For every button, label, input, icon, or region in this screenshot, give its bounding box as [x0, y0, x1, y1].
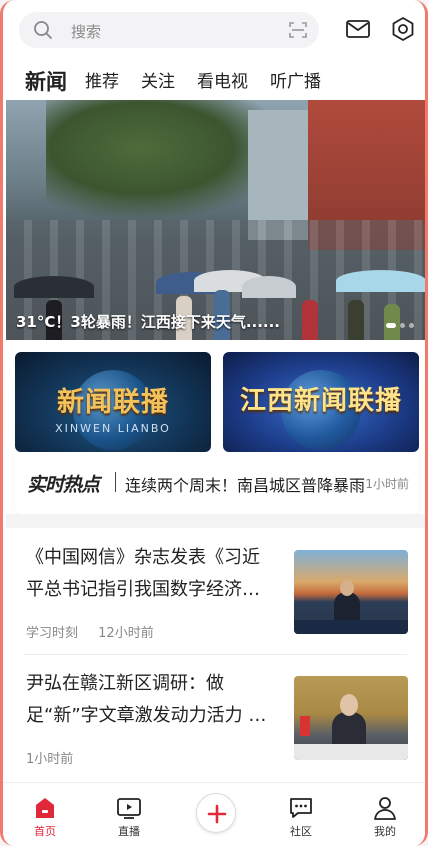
program-subtitle: XINWEN LIANBO: [55, 422, 171, 435]
speaker-figure: [334, 592, 360, 620]
nav-home[interactable]: 首页: [15, 789, 75, 841]
tab-radio[interactable]: 听广播: [270, 66, 321, 98]
divider: [115, 472, 116, 492]
news-thumbnail: [294, 676, 408, 760]
umbrella-shape: [336, 270, 425, 292]
carousel-dot: [409, 323, 414, 328]
plus-icon: [207, 804, 227, 824]
community-icon: [290, 798, 312, 818]
profile-icon: [374, 797, 396, 820]
live-tv-icon: [117, 798, 141, 819]
pedestrian-shape: [384, 304, 400, 340]
add-button[interactable]: [196, 793, 236, 833]
tab-follow[interactable]: 关注: [141, 66, 175, 98]
news-meta: 学习时刻 12小时前: [26, 622, 170, 641]
nav-profile[interactable]: 我的: [355, 789, 415, 841]
settings-icon[interactable]: [390, 16, 416, 42]
desk: [294, 744, 408, 760]
nav-live-label: 直播: [118, 825, 140, 838]
speaker-face: [340, 694, 358, 716]
divider: [23, 654, 407, 655]
tab-watch-tv[interactable]: 看电视: [197, 66, 248, 98]
nav-community[interactable]: 社区: [271, 789, 331, 841]
hot-time: 1小时前: [365, 477, 409, 491]
tab-news[interactable]: 新闻: [25, 66, 67, 104]
search-icon: [34, 21, 52, 39]
news-time: 1小时前: [26, 752, 74, 767]
hot-logo: 实时热点: [27, 474, 100, 496]
nav-community-label: 社区: [290, 825, 312, 838]
news-title: 《中国网信》杂志发表《习近平总书记指引我国数字经济高质量发展纪实》: [26, 547, 260, 600]
speaker-figure: [332, 712, 366, 748]
app-frame: 搜索 新闻 推荐 关注 看电视 听广播 31°C！3轮暴雨！江西接下来天气...…: [0, 0, 428, 846]
news-source: 学习时刻: [26, 626, 79, 641]
scan-icon[interactable]: [289, 21, 307, 39]
carousel-dots: [386, 323, 414, 328]
tab-recommend[interactable]: 推荐: [85, 66, 119, 98]
flag: [300, 716, 310, 736]
mail-icon[interactable]: [345, 16, 371, 42]
program-card-jiangxi-xinwen[interactable]: 江西新闻联播: [223, 352, 419, 452]
top-bar: 搜索: [3, 0, 425, 60]
hot-topic-bar[interactable]: 实时热点 连续两个周末！南昌城区普降暴雨 1小时前: [15, 452, 419, 514]
home-icon: [36, 798, 54, 818]
hot-headline: 连续两个周末！南昌城区普降暴雨: [125, 476, 366, 495]
carousel-dot: [400, 323, 405, 328]
program-title: 江西新闻联播: [239, 386, 402, 416]
umbrella-shape: [242, 276, 296, 298]
umbrella-shape: [14, 276, 94, 298]
channel-tabs: 新闻 推荐 关注 看电视 听广播: [25, 58, 343, 104]
carousel-dot: [386, 323, 396, 328]
hero-banner[interactable]: 31°C！3轮暴雨！江西接下来天气......: [6, 100, 425, 340]
program-card-xinwen-lianbo[interactable]: 新闻联播 XINWEN LIANBO: [15, 352, 211, 452]
search-placeholder: 搜索: [71, 23, 102, 41]
bottom-nav: 首页 直播 社区 我的: [3, 782, 425, 846]
news-item[interactable]: 尹弘在赣江新区调研：做足“新”字文章激发动力活力 加快推进高质量发展 1小时前: [6, 656, 425, 780]
podium: [294, 620, 408, 634]
speaker-face: [340, 580, 354, 596]
news-meta: 1小时前: [26, 748, 89, 767]
news-item[interactable]: 《中国网信》杂志发表《习近平总书记指引我国数字经济高质量发展纪实》 学习时刻 1…: [6, 530, 425, 654]
section-gap: [6, 514, 425, 528]
hero-caption: 31°C！3轮暴雨！江西接下来天气......: [16, 313, 281, 331]
news-time: 12小时前: [98, 626, 154, 641]
pedestrian-shape: [348, 300, 364, 340]
nav-home-label: 首页: [34, 825, 56, 838]
news-title: 尹弘在赣江新区调研：做足“新”字文章激发动力活力 加快推进高质量发展: [26, 673, 267, 726]
news-thumbnail: [294, 550, 408, 634]
program-cards: 新闻联播 XINWEN LIANBO 江西新闻联播: [15, 352, 419, 452]
nav-profile-label: 我的: [374, 825, 396, 838]
program-title: 新闻联播: [57, 387, 169, 418]
search-bar[interactable]: 搜索: [19, 12, 319, 48]
pedestrian-shape: [302, 300, 318, 340]
nav-live[interactable]: 直播: [99, 789, 159, 841]
